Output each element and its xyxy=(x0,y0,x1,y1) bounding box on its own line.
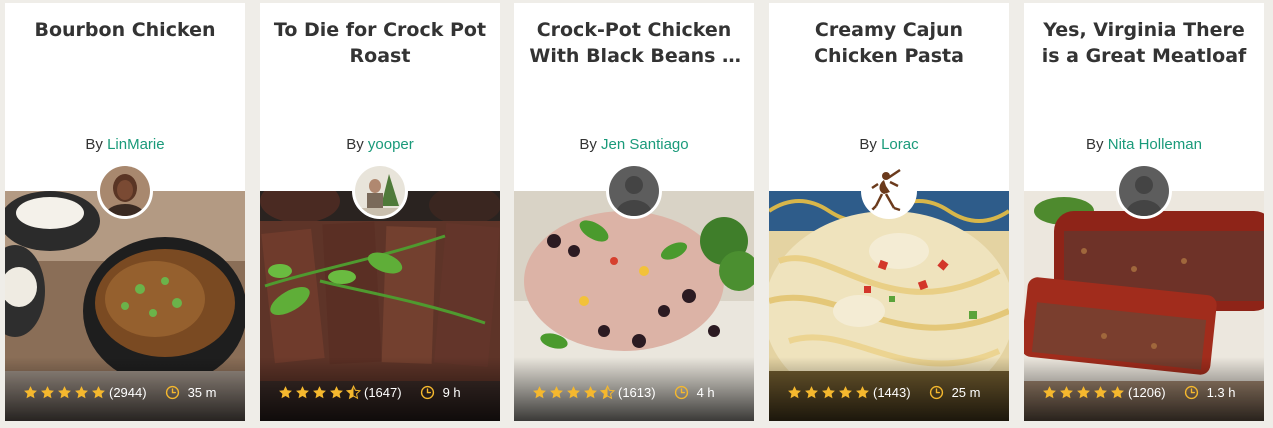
clock-icon xyxy=(674,385,689,400)
user-photo-icon xyxy=(100,166,150,216)
review-count: (1613) xyxy=(618,384,656,400)
recipe-card[interactable]: Creamy Cajun Chicken Pasta By Lorac (144… xyxy=(769,3,1009,421)
star-rating xyxy=(787,385,872,400)
star-icon xyxy=(57,385,72,400)
recipe-stats: (1647) 9 h xyxy=(278,383,461,401)
star-half-icon xyxy=(346,385,361,400)
total-time: 35 m xyxy=(187,384,217,400)
recipe-card[interactable]: Bourbon Chicken By LinMarie (2944) 35 m xyxy=(5,3,245,421)
recipe-byline: By Jen Santiago xyxy=(514,136,754,153)
clock-icon xyxy=(420,385,435,400)
star-icon xyxy=(1042,385,1057,400)
total-time: 4 h xyxy=(696,384,715,400)
star-icon xyxy=(583,385,598,400)
star-rating xyxy=(278,385,363,400)
review-count: (1647) xyxy=(364,384,402,400)
by-label: By xyxy=(346,136,364,153)
star-icon xyxy=(821,385,836,400)
author-avatar[interactable] xyxy=(606,163,662,219)
recipe-title[interactable]: Creamy Cajun Chicken Pasta xyxy=(781,17,997,69)
clock-icon xyxy=(1184,385,1199,400)
star-icon xyxy=(1093,385,1108,400)
recipe-card[interactable]: To Die for Crock Pot Roast By yooper (16… xyxy=(260,3,500,421)
star-icon xyxy=(278,385,293,400)
total-time: 25 m xyxy=(951,384,981,400)
author-link[interactable]: Jen Santiago xyxy=(601,136,689,153)
star-half-icon xyxy=(600,385,615,400)
author-link[interactable]: Nita Holleman xyxy=(1108,136,1202,153)
star-rating xyxy=(23,385,108,400)
recipe-title[interactable]: Crock-Pot Chicken With Black Beans & Cre… xyxy=(526,17,742,69)
star-icon xyxy=(1110,385,1125,400)
recipe-stats: (2944) 35 m xyxy=(23,383,216,401)
star-icon xyxy=(40,385,55,400)
kokopelli-icon xyxy=(864,166,914,216)
star-icon xyxy=(1059,385,1074,400)
recipe-byline: By LinMarie xyxy=(5,136,245,153)
star-icon xyxy=(532,385,547,400)
default-user-icon xyxy=(609,166,659,216)
recipe-title[interactable]: Yes, Virginia There is a Great Meatloaf xyxy=(1036,17,1252,69)
star-icon xyxy=(804,385,819,400)
star-rating xyxy=(532,385,617,400)
star-icon xyxy=(787,385,802,400)
star-icon xyxy=(549,385,564,400)
user-photo-icon xyxy=(355,166,405,216)
recipe-photo[interactable]: (1443) 25 m xyxy=(769,191,1009,421)
recipe-title[interactable]: To Die for Crock Pot Roast xyxy=(272,17,488,69)
star-icon xyxy=(838,385,853,400)
recipe-card[interactable]: Yes, Virginia There is a Great Meatloaf … xyxy=(1024,3,1264,421)
author-link[interactable]: Lorac xyxy=(881,136,919,153)
star-icon xyxy=(91,385,106,400)
star-icon xyxy=(312,385,327,400)
author-link[interactable]: LinMarie xyxy=(107,136,165,153)
recipe-photo[interactable]: (2944) 35 m xyxy=(5,191,245,421)
recipe-photo[interactable]: (1206) 1.3 h xyxy=(1024,191,1264,421)
star-icon xyxy=(566,385,581,400)
recipe-title[interactable]: Bourbon Chicken xyxy=(17,17,233,43)
star-icon xyxy=(1076,385,1091,400)
clock-icon xyxy=(929,385,944,400)
star-icon xyxy=(74,385,89,400)
by-label: By xyxy=(579,136,597,153)
author-link[interactable]: yooper xyxy=(368,136,414,153)
star-rating xyxy=(1042,385,1127,400)
by-label: By xyxy=(1086,136,1104,153)
star-icon xyxy=(855,385,870,400)
recipe-byline: By Nita Holleman xyxy=(1024,136,1264,153)
by-label: By xyxy=(85,136,103,153)
recipe-photo[interactable]: (1613) 4 h xyxy=(514,191,754,421)
star-icon xyxy=(329,385,344,400)
review-count: (1443) xyxy=(873,384,911,400)
clock-icon xyxy=(165,385,180,400)
recipe-stats: (1443) 25 m xyxy=(787,383,980,401)
default-user-icon xyxy=(1119,166,1169,216)
author-avatar[interactable] xyxy=(352,163,408,219)
recipe-photo[interactable]: (1647) 9 h xyxy=(260,191,500,421)
by-label: By xyxy=(859,136,877,153)
author-avatar[interactable] xyxy=(861,163,917,219)
review-count: (1206) xyxy=(1128,384,1166,400)
recipe-card[interactable]: Crock-Pot Chicken With Black Beans & Cre… xyxy=(514,3,754,421)
star-icon xyxy=(23,385,38,400)
author-avatar[interactable] xyxy=(1116,163,1172,219)
recipe-byline: By Lorac xyxy=(769,136,1009,153)
total-time: 1.3 h xyxy=(1206,384,1236,400)
recipe-stats: (1206) 1.3 h xyxy=(1042,383,1236,401)
star-icon xyxy=(295,385,310,400)
recipe-byline: By yooper xyxy=(260,136,500,153)
total-time: 9 h xyxy=(442,384,461,400)
author-avatar[interactable] xyxy=(97,163,153,219)
review-count: (2944) xyxy=(109,384,147,400)
recipe-stats: (1613) 4 h xyxy=(532,383,715,401)
